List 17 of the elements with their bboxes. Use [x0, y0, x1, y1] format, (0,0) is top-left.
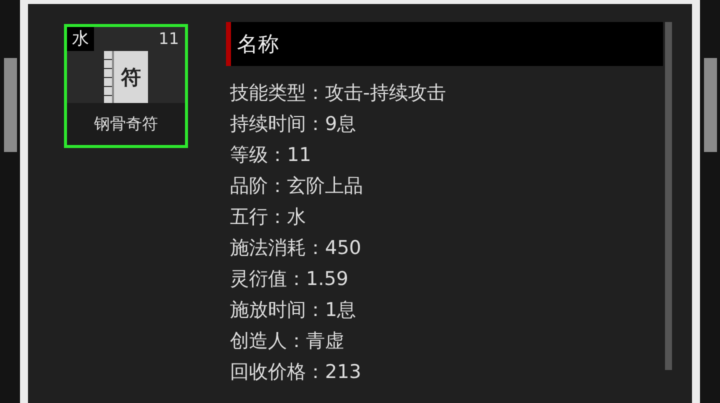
- property-text: 品阶：玄阶上品: [230, 174, 364, 199]
- property-text: 等级：11: [230, 143, 312, 168]
- property-text: 五行：水: [230, 205, 307, 230]
- property-text: 创造人：青虚: [230, 329, 345, 354]
- item-card[interactable]: 水 11 符 钢骨奇符: [64, 24, 188, 148]
- property-text: 持续时间：9息: [230, 112, 358, 137]
- title-bar: 名称: [226, 22, 663, 66]
- property-text: 施放时间：1息: [230, 298, 358, 323]
- property-text: 灵衍值：1.59: [230, 267, 350, 292]
- element-badge: 水: [67, 27, 94, 51]
- property-text: 技能类型：攻击-持续攻击: [230, 81, 447, 106]
- item-name: 钢骨奇符: [94, 114, 158, 134]
- property-text: 回收价格：213: [230, 360, 362, 385]
- level-label: 11: [158, 28, 180, 48]
- scrollbar[interactable]: [665, 22, 672, 370]
- property-text: 施法消耗：450: [230, 236, 362, 261]
- book-icon: 符: [104, 51, 148, 103]
